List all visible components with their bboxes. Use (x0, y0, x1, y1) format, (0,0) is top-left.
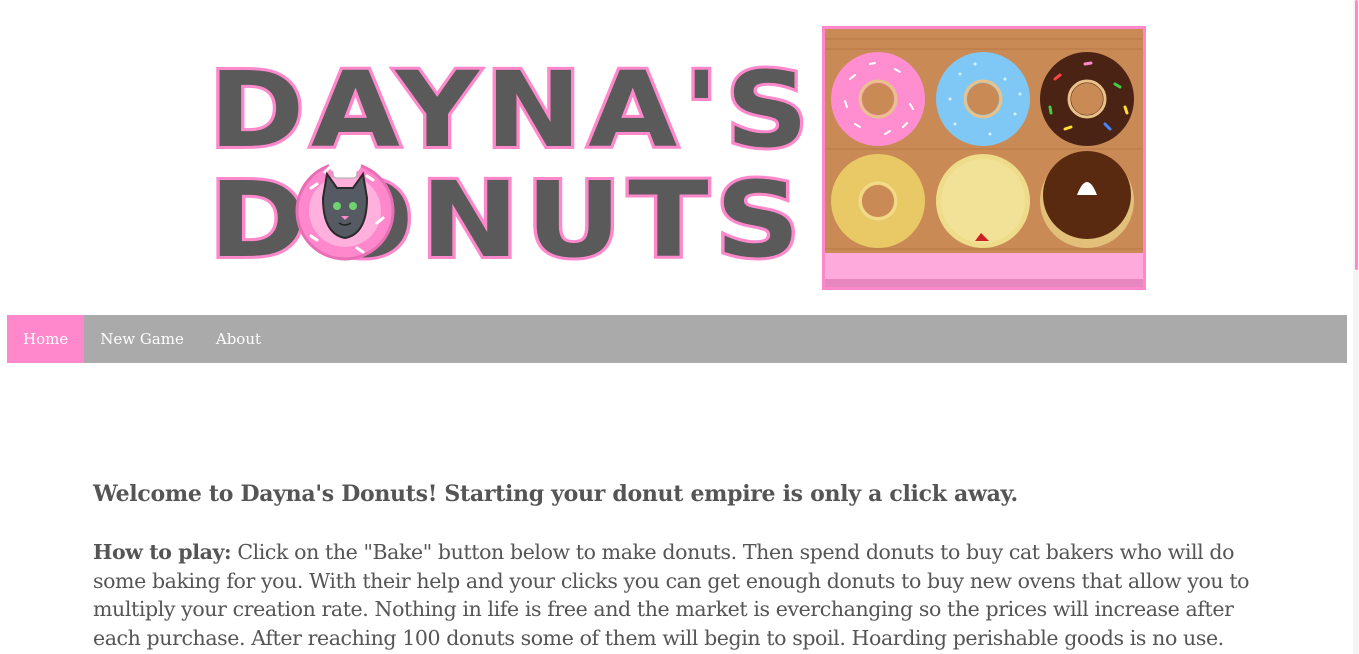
main-content: Welcome to Dayna's Donuts! Starting your… (93, 478, 1273, 652)
glazed-donut-icon (831, 154, 925, 248)
main-nav: Home New Game About (7, 315, 1347, 363)
jelly-donut-icon (936, 154, 1030, 248)
pink-sprinkle-donut-icon (831, 52, 925, 146)
how-to-play-label: How to play: (93, 540, 232, 564)
scrollbar-thumb[interactable] (1355, 0, 1358, 270)
welcome-heading: Welcome to Dayna's Donuts! Starting your… (93, 481, 1018, 507)
nav-home[interactable]: Home (7, 315, 85, 363)
nav-new-game[interactable]: New Game (84, 315, 200, 363)
nav-about[interactable]: About (200, 315, 277, 363)
how-to-play-paragraph: How to play: Click on the "Bake" button … (93, 538, 1273, 652)
donut-box-image (822, 26, 1146, 290)
chocolate-sprinkle-donut-icon (1040, 52, 1134, 146)
site-logo: DAYNA'S DONUTS (207, 48, 819, 264)
logo-line-1: DAYNA'S (209, 49, 815, 171)
how-to-play-text: Click on the "Bake" button below to make… (93, 540, 1250, 650)
